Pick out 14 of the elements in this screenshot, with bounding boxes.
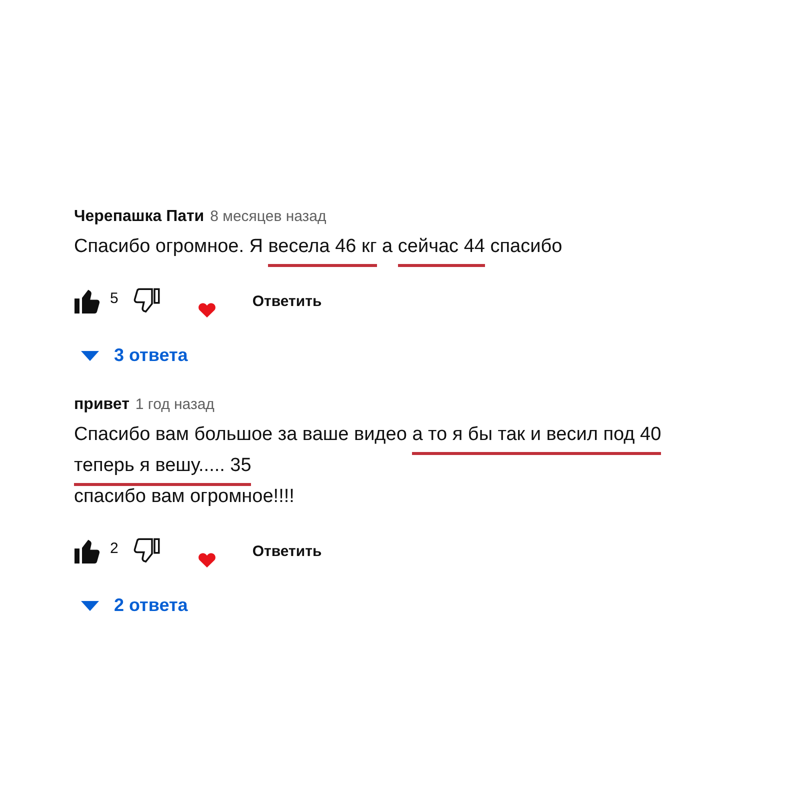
comment-author[interactable]: привет (74, 396, 130, 414)
comment-author[interactable]: Черепашка Пати (74, 208, 204, 226)
replies-toggle[interactable]: 3 ответа (80, 345, 188, 366)
comment-time: 1 год назад (135, 396, 214, 413)
caret-icon (80, 600, 100, 612)
like-count: 5 (110, 290, 118, 306)
caret-icon (80, 350, 100, 362)
like-count: 2 (110, 540, 118, 556)
comment-text: Спасибо огромное. Я весела 46 кг а сейчас 44 спасибо (74, 236, 804, 267)
comment-text: Спасибо вам большое за ваше видео а то я бы так и весил под 40 теперь я вешу..... 35 спасибо вам огромное!!!! (74, 424, 662, 509)
reply-button[interactable]: Ответить (250, 538, 324, 564)
comment-time: 8 месяцев назад (210, 208, 326, 225)
reply-button[interactable]: Ответить (250, 288, 324, 314)
replies-toggle[interactable]: 2 ответа (80, 595, 188, 616)
